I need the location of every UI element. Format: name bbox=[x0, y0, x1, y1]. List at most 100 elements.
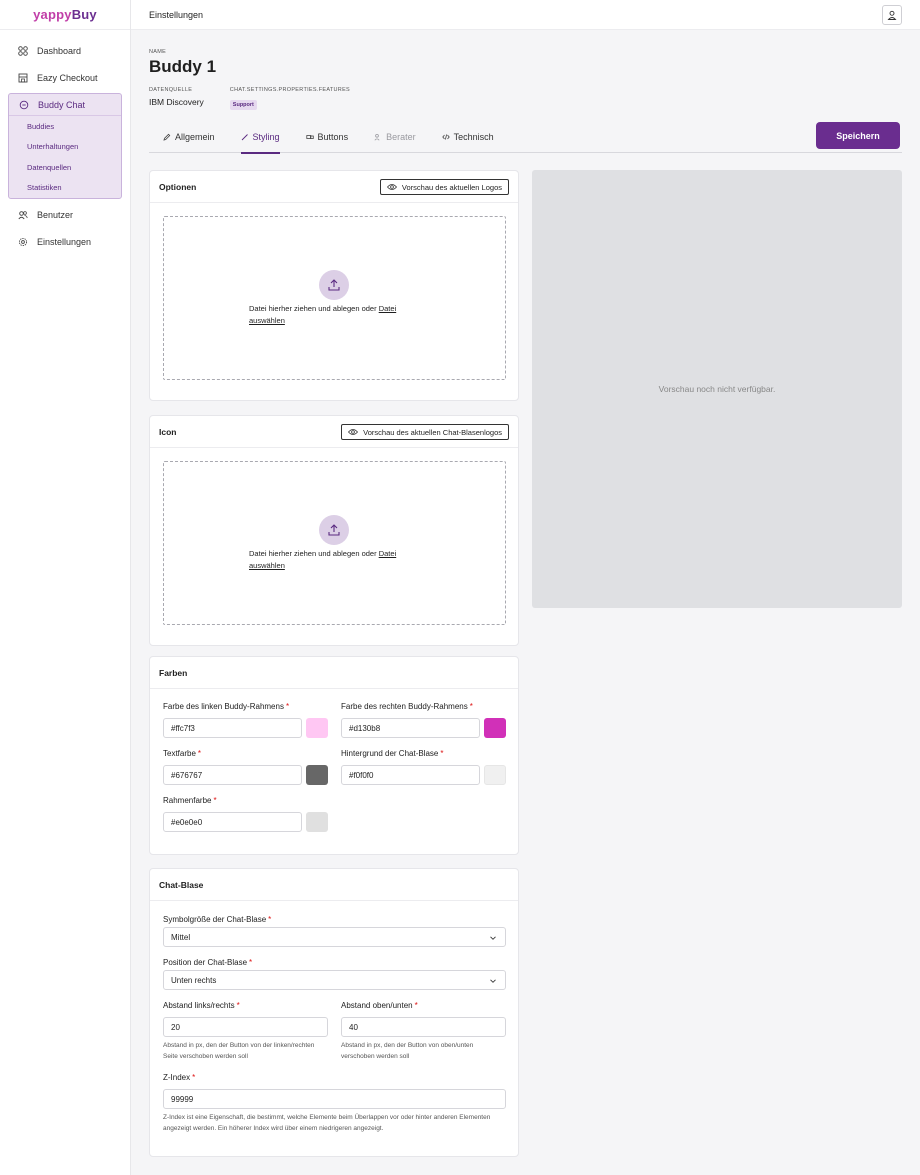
user-icon bbox=[887, 10, 897, 20]
z-index-input[interactable]: 99999 bbox=[163, 1089, 506, 1109]
required-mark: * bbox=[192, 1073, 196, 1082]
file-select-link-2[interactable]: auswählen bbox=[249, 316, 285, 325]
sidebar-item-eazy-checkout[interactable]: Eazy Checkout bbox=[8, 64, 122, 91]
source-value: IBM Discovery bbox=[149, 97, 204, 107]
button-label: Vorschau des aktuellen Logos bbox=[401, 182, 502, 192]
card-header: Optionen Vorschau des aktuellen Logos bbox=[150, 171, 518, 203]
icon-dropzone[interactable]: Datei hierher ziehen und ablegen oder Da… bbox=[163, 461, 506, 625]
users-icon bbox=[374, 133, 380, 141]
tab-label: Buttons bbox=[317, 131, 349, 142]
sidebar-subitem-buddies[interactable]: Buddies bbox=[9, 116, 121, 137]
code-icon bbox=[441, 133, 450, 140]
users-icon bbox=[18, 210, 28, 219]
sidebar-item-label: Buddy Chat bbox=[38, 99, 86, 110]
buttons-icon bbox=[305, 134, 314, 139]
label-text: Z-Index bbox=[163, 1073, 191, 1082]
text-color-input[interactable]: #676767 bbox=[163, 765, 302, 785]
label-text: Farbe des linken Buddy-Rahmens bbox=[163, 702, 284, 711]
dropzone-text: Datei hierher ziehen und ablegen oder Da… bbox=[249, 548, 419, 572]
sidebar-subitem-unterhaltungen[interactable]: Unterhaltungen bbox=[9, 137, 121, 158]
chevron-down-icon bbox=[490, 979, 496, 983]
name-label: NAME bbox=[149, 49, 167, 55]
border-color-input[interactable]: #e0e0e0 bbox=[163, 812, 302, 832]
required-mark: * bbox=[414, 1001, 418, 1010]
sidebar-subitem-datenquellen[interactable]: Datenquellen bbox=[9, 157, 121, 178]
file-select-link-2[interactable]: auswählen bbox=[249, 561, 285, 570]
brand-logo[interactable]: yappy Buy bbox=[0, 0, 130, 30]
card-title: Optionen bbox=[159, 181, 197, 192]
card-title: Chat-Blase bbox=[159, 879, 204, 890]
bubble-background-label: Hintergrund der Chat-Blase * bbox=[341, 749, 444, 758]
left-frame-color-swatch[interactable] bbox=[306, 718, 328, 738]
select-value: Mittel bbox=[171, 932, 191, 942]
grid-icon bbox=[18, 45, 28, 56]
label-text: Textfarbe bbox=[163, 749, 196, 758]
z-index-label: Z-Index * bbox=[163, 1073, 195, 1082]
eye-icon bbox=[386, 184, 397, 190]
label-text: Farbe des rechten Buddy-Rahmens bbox=[341, 702, 468, 711]
logo-dropzone[interactable]: Datei hierher ziehen und ablegen oder Da… bbox=[163, 216, 506, 380]
left-frame-color-input[interactable]: #ffc7f3 bbox=[163, 718, 302, 738]
required-mark: * bbox=[213, 796, 217, 805]
feature-badge: Support bbox=[229, 100, 257, 110]
topbar-title: Einstellungen bbox=[149, 9, 204, 20]
chevron-down-icon bbox=[490, 936, 496, 940]
required-mark: * bbox=[469, 702, 473, 711]
bubble-background-swatch[interactable] bbox=[484, 765, 506, 785]
main-header: NAME Buddy 1 DATENQUELLE IBM Discovery C… bbox=[149, 30, 902, 154]
tab-berater[interactable]: Berater bbox=[374, 121, 416, 153]
chat-bubble-logo-preview-button[interactable]: Vorschau des aktuellen Chat-Blasenlogos bbox=[341, 424, 509, 440]
source-column: DATENQUELLE IBM Discovery bbox=[149, 87, 204, 111]
topbar: Einstellungen bbox=[131, 0, 920, 30]
store-icon bbox=[18, 73, 28, 82]
brush-icon bbox=[241, 133, 248, 140]
sidebar-item-buddy-chat[interactable]: Buddy Chat bbox=[9, 94, 121, 116]
tab-allgemein[interactable]: Allgemein bbox=[163, 121, 215, 153]
sidebar-item-einstellungen[interactable]: Einstellungen bbox=[8, 228, 122, 255]
colors-card: Farben Farbe des linken Buddy-Rahmens * #… bbox=[149, 656, 519, 855]
file-select-link[interactable]: Datei bbox=[379, 549, 397, 558]
dropzone-instruction: Datei hierher ziehen und ablegen oder bbox=[249, 304, 379, 313]
logo-text-part1: yappy bbox=[33, 7, 72, 22]
tab-label: Technisch bbox=[453, 131, 494, 142]
tab-technisch[interactable]: Technisch bbox=[441, 121, 494, 153]
save-button[interactable]: Speichern bbox=[816, 122, 900, 149]
sidebar-subitem-statistiken[interactable]: Statistiken bbox=[9, 178, 121, 199]
sidebar-item-label: Einstellungen bbox=[37, 236, 92, 247]
eye-icon bbox=[348, 429, 359, 435]
upload-button[interactable] bbox=[319, 515, 349, 545]
upload-button[interactable] bbox=[319, 270, 349, 300]
button-label: Vorschau des aktuellen Chat-Blasenlogos bbox=[363, 427, 502, 437]
label-text: Position der Chat-Blase bbox=[163, 958, 248, 967]
source-label: DATENQUELLE bbox=[149, 87, 193, 93]
offset-lr-input[interactable]: 20 bbox=[163, 1017, 328, 1037]
options-card: Optionen Vorschau des aktuellen Logos Da… bbox=[149, 170, 519, 401]
border-color-swatch[interactable] bbox=[306, 812, 328, 832]
bubble-background-input[interactable]: #f0f0f0 bbox=[341, 765, 480, 785]
offset-tb-input[interactable]: 40 bbox=[341, 1017, 506, 1037]
text-color-swatch[interactable] bbox=[306, 765, 328, 785]
file-select-link[interactable]: Datei bbox=[379, 304, 397, 313]
bubble-position-select[interactable]: Unten rechts bbox=[163, 970, 506, 990]
right-frame-color-swatch[interactable] bbox=[484, 718, 506, 738]
logo-preview-button[interactable]: Vorschau des aktuellen Logos bbox=[379, 179, 509, 195]
right-frame-color-input[interactable]: #d130b8 bbox=[341, 718, 480, 738]
sidebar-item-dashboard[interactable]: Dashboard bbox=[8, 37, 122, 64]
tab-label: Allgemein bbox=[175, 131, 215, 142]
upload-icon bbox=[328, 279, 340, 291]
required-mark: * bbox=[440, 749, 444, 758]
offset-tb-label: Abstand oben/unten * bbox=[341, 1001, 418, 1010]
sidebar-item-benutzer[interactable]: Benutzer bbox=[8, 201, 122, 228]
offset-lr-label: Abstand links/rechts * bbox=[163, 1001, 240, 1010]
tab-buttons[interactable]: Buttons bbox=[305, 121, 349, 153]
required-mark: * bbox=[236, 1001, 240, 1010]
required-mark: * bbox=[197, 749, 202, 758]
required-mark: * bbox=[249, 958, 253, 967]
bubble-size-select[interactable]: Mittel bbox=[163, 927, 506, 947]
label-text: Abstand links/rechts bbox=[163, 1001, 235, 1010]
user-menu-button[interactable] bbox=[882, 5, 902, 25]
tab-styling[interactable]: Styling bbox=[240, 121, 280, 154]
preview-placeholder-text: Vorschau noch nicht verfügbar. bbox=[658, 384, 776, 394]
card-header: Chat-Blase bbox=[150, 869, 518, 901]
offset-tb-help: Abstand in px, den der Button von oben/u… bbox=[341, 1042, 474, 1060]
